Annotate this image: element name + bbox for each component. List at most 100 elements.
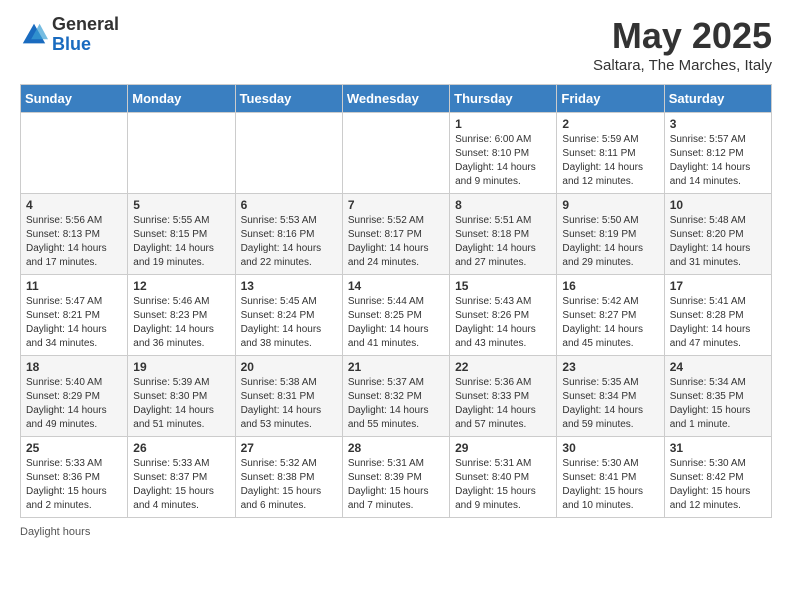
day-of-week-header: Monday — [128, 85, 235, 113]
day-number: 31 — [670, 441, 766, 455]
day-info: Sunrise: 5:42 AM Sunset: 8:27 PM Dayligh… — [562, 295, 658, 351]
day-number: 5 — [133, 198, 229, 212]
day-number: 4 — [26, 198, 122, 212]
day-number: 23 — [562, 360, 658, 374]
day-of-week-header: Friday — [557, 85, 664, 113]
day-info: Sunrise: 5:57 AM Sunset: 8:12 PM Dayligh… — [670, 133, 766, 189]
day-info: Sunrise: 5:39 AM Sunset: 8:30 PM Dayligh… — [133, 376, 229, 432]
calendar-cell: 14Sunrise: 5:44 AM Sunset: 8:25 PM Dayli… — [342, 275, 449, 356]
day-number: 18 — [26, 360, 122, 374]
calendar-cell: 26 Sunrise: 5:33 AM Sunset: 8:37 PM Dayli… — [128, 437, 235, 518]
day-info: Sunrise: 5:47 AM Sunset: 8:21 PM Dayligh… — [26, 295, 122, 351]
day-info: Sunrise: 5:34 AM Sunset: 8:35 PM Dayligh… — [670, 376, 766, 432]
day-number: 26 — [133, 441, 229, 455]
logo: General Blue — [20, 15, 119, 55]
calendar-cell: 15Sunrise: 5:43 AM Sunset: 8:26 PM Dayli… — [450, 275, 557, 356]
day-number: 11 — [26, 279, 122, 293]
day-info: Sunrise: 5:53 AM Sunset: 8:16 PM Dayligh… — [241, 214, 337, 270]
calendar-cell: 5Sunrise: 5:55 AM Sunset: 8:15 PM Daylig… — [128, 194, 235, 275]
calendar-cell: 29 Sunrise: 5:31 AM Sunset: 8:40 PM Dayli… — [450, 437, 557, 518]
day-number: 2 — [562, 117, 658, 131]
day-number: 16 — [562, 279, 658, 293]
day-number: 22 — [455, 360, 551, 374]
calendar-week-row: 25 Sunrise: 5:33 AM Sunset: 8:36 PM Dayli… — [21, 437, 772, 518]
subtitle: Saltara, The Marches, Italy — [593, 57, 772, 74]
calendar-cell: 4Sunrise: 5:56 AM Sunset: 8:13 PM Daylig… — [21, 194, 128, 275]
calendar-cell — [342, 113, 449, 194]
day-number: 25 — [26, 441, 122, 455]
day-number: 12 — [133, 279, 229, 293]
calendar-cell: 6 Sunrise: 5:53 AM Sunset: 8:16 PM Daylig… — [235, 194, 342, 275]
calendar-cell — [235, 113, 342, 194]
page: General Blue May 2025 Saltara, The March… — [0, 0, 792, 553]
calendar-cell: 24 Sunrise: 5:34 AM Sunset: 8:35 PM Dayli… — [664, 356, 771, 437]
day-number: 10 — [670, 198, 766, 212]
calendar-cell: 22 Sunrise: 5:36 AM Sunset: 8:33 PM Dayli… — [450, 356, 557, 437]
calendar-cell: 13Sunrise: 5:45 AM Sunset: 8:24 PM Dayli… — [235, 275, 342, 356]
day-info: Sunrise: 5:33 AM Sunset: 8:36 PM Dayligh… — [26, 457, 122, 513]
calendar-cell: 9 Sunrise: 5:50 AM Sunset: 8:19 PM Daylig… — [557, 194, 664, 275]
day-info: Sunrise: 5:45 AM Sunset: 8:24 PM Dayligh… — [241, 295, 337, 351]
day-info: Sunrise: 5:48 AM Sunset: 8:20 PM Dayligh… — [670, 214, 766, 270]
day-info: Sunrise: 5:33 AM Sunset: 8:37 PM Dayligh… — [133, 457, 229, 513]
calendar-cell: 27Sunrise: 5:32 AM Sunset: 8:38 PM Dayli… — [235, 437, 342, 518]
calendar-cell: 23 Sunrise: 5:35 AM Sunset: 8:34 PM Dayli… — [557, 356, 664, 437]
day-info: Sunrise: 5:32 AM Sunset: 8:38 PM Dayligh… — [241, 457, 337, 513]
calendar-cell: 7Sunrise: 5:52 AM Sunset: 8:17 PM Daylig… — [342, 194, 449, 275]
day-of-week-header: Saturday — [664, 85, 771, 113]
day-number: 19 — [133, 360, 229, 374]
day-info: Sunrise: 5:50 AM Sunset: 8:19 PM Dayligh… — [562, 214, 658, 270]
logo-icon — [20, 21, 48, 49]
day-info: Sunrise: 6:00 AM Sunset: 8:10 PM Dayligh… — [455, 133, 551, 189]
day-info: Sunrise: 5:43 AM Sunset: 8:26 PM Dayligh… — [455, 295, 551, 351]
day-number: 7 — [348, 198, 444, 212]
calendar-cell: 11 Sunrise: 5:47 AM Sunset: 8:21 PM Dayli… — [21, 275, 128, 356]
day-info: Sunrise: 5:30 AM Sunset: 8:42 PM Dayligh… — [670, 457, 766, 513]
calendar-week-row: 4Sunrise: 5:56 AM Sunset: 8:13 PM Daylig… — [21, 194, 772, 275]
day-info: Sunrise: 5:46 AM Sunset: 8:23 PM Dayligh… — [133, 295, 229, 351]
calendar-cell: 18 Sunrise: 5:40 AM Sunset: 8:29 PM Dayli… — [21, 356, 128, 437]
header: General Blue May 2025 Saltara, The March… — [20, 15, 772, 74]
day-info: Sunrise: 5:59 AM Sunset: 8:11 PM Dayligh… — [562, 133, 658, 189]
day-number: 24 — [670, 360, 766, 374]
day-info: Sunrise: 5:37 AM Sunset: 8:32 PM Dayligh… — [348, 376, 444, 432]
calendar-week-row: 1Sunrise: 6:00 AM Sunset: 8:10 PM Daylig… — [21, 113, 772, 194]
footer-label: Daylight hours — [20, 526, 90, 538]
day-of-week-header: Wednesday — [342, 85, 449, 113]
calendar-cell: 10 Sunrise: 5:48 AM Sunset: 8:20 PM Dayli… — [664, 194, 771, 275]
calendar-cell: 17 Sunrise: 5:41 AM Sunset: 8:28 PM Dayli… — [664, 275, 771, 356]
day-info: Sunrise: 5:31 AM Sunset: 8:39 PM Dayligh… — [348, 457, 444, 513]
day-info: Sunrise: 5:30 AM Sunset: 8:41 PM Dayligh… — [562, 457, 658, 513]
day-number: 21 — [348, 360, 444, 374]
day-number: 8 — [455, 198, 551, 212]
calendar-cell: 21 Sunrise: 5:37 AM Sunset: 8:32 PM Dayli… — [342, 356, 449, 437]
day-number: 9 — [562, 198, 658, 212]
day-of-week-header: Sunday — [21, 85, 128, 113]
day-info: Sunrise: 5:41 AM Sunset: 8:28 PM Dayligh… — [670, 295, 766, 351]
day-info: Sunrise: 5:31 AM Sunset: 8:40 PM Dayligh… — [455, 457, 551, 513]
calendar-cell: 2 Sunrise: 5:59 AM Sunset: 8:11 PM Daylig… — [557, 113, 664, 194]
calendar-cell: 16 Sunrise: 5:42 AM Sunset: 8:27 PM Dayli… — [557, 275, 664, 356]
calendar-cell: 25 Sunrise: 5:33 AM Sunset: 8:36 PM Dayli… — [21, 437, 128, 518]
calendar-cell — [21, 113, 128, 194]
day-number: 28 — [348, 441, 444, 455]
calendar-cell — [128, 113, 235, 194]
day-of-week-header: Tuesday — [235, 85, 342, 113]
logo-blue-text: Blue — [52, 35, 119, 55]
calendar-week-row: 11 Sunrise: 5:47 AM Sunset: 8:21 PM Dayli… — [21, 275, 772, 356]
day-number: 17 — [670, 279, 766, 293]
day-number: 20 — [241, 360, 337, 374]
day-info: Sunrise: 5:40 AM Sunset: 8:29 PM Dayligh… — [26, 376, 122, 432]
day-number: 3 — [670, 117, 766, 131]
logo-general-text: General — [52, 15, 119, 35]
day-number: 14 — [348, 279, 444, 293]
calendar-cell: 19 Sunrise: 5:39 AM Sunset: 8:30 PM Dayli… — [128, 356, 235, 437]
day-number: 6 — [241, 198, 337, 212]
footer: Daylight hours — [20, 526, 772, 538]
day-info: Sunrise: 5:38 AM Sunset: 8:31 PM Dayligh… — [241, 376, 337, 432]
day-info: Sunrise: 5:35 AM Sunset: 8:34 PM Dayligh… — [562, 376, 658, 432]
calendar-cell: 3 Sunrise: 5:57 AM Sunset: 8:12 PM Daylig… — [664, 113, 771, 194]
day-number: 30 — [562, 441, 658, 455]
day-info: Sunrise: 5:36 AM Sunset: 8:33 PM Dayligh… — [455, 376, 551, 432]
day-number: 29 — [455, 441, 551, 455]
